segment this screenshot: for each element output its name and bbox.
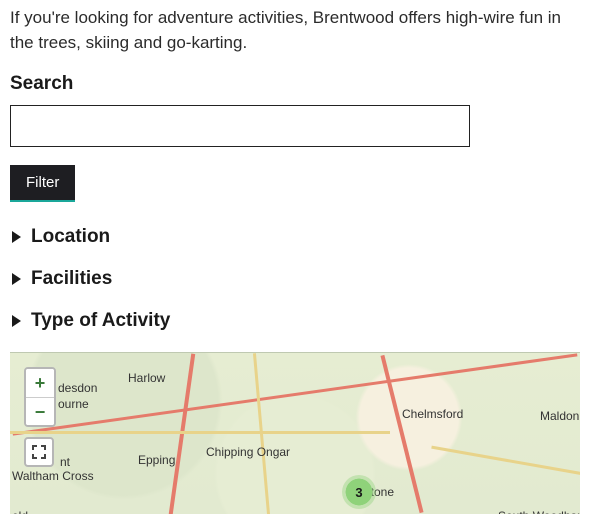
intro-text: If you're looking for adventure activiti… bbox=[0, 0, 590, 73]
fullscreen-button[interactable] bbox=[24, 437, 54, 467]
search-input[interactable] bbox=[10, 105, 470, 147]
map[interactable]: HarlowdesdonourneChelmsfordMaldonChippin… bbox=[10, 352, 580, 514]
triangle-right-icon bbox=[12, 231, 21, 243]
facet-location[interactable]: Location bbox=[0, 212, 590, 254]
facet-facilities[interactable]: Facilities bbox=[0, 254, 590, 296]
map-road bbox=[10, 431, 390, 434]
facet-label: Type of Activity bbox=[31, 310, 170, 332]
zoom-controls: + − bbox=[24, 367, 56, 427]
search-label: Search bbox=[0, 73, 590, 105]
facet-type-of-activity[interactable]: Type of Activity bbox=[0, 296, 590, 338]
filter-button[interactable]: Filter bbox=[10, 165, 75, 202]
zoom-out-button[interactable]: − bbox=[26, 397, 54, 425]
cluster-count: 3 bbox=[355, 485, 362, 500]
triangle-right-icon bbox=[12, 273, 21, 285]
facet-label: Facilities bbox=[31, 268, 112, 290]
fullscreen-icon bbox=[32, 445, 46, 459]
triangle-right-icon bbox=[12, 315, 21, 327]
zoom-in-button[interactable]: + bbox=[26, 369, 54, 397]
facet-label: Location bbox=[31, 226, 110, 248]
